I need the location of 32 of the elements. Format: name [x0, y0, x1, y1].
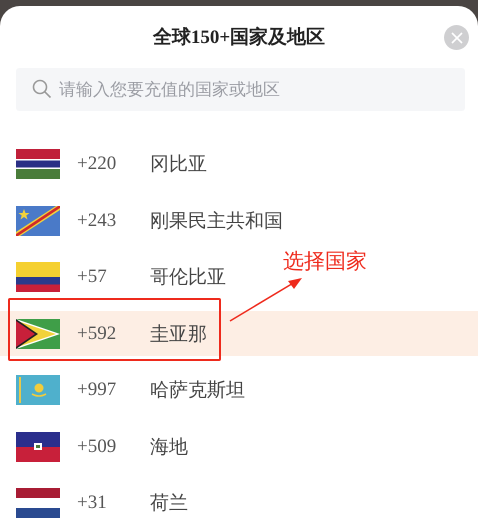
country-name: 海地	[150, 434, 188, 460]
country-code: +997	[77, 379, 118, 402]
country-code: +220	[77, 153, 118, 176]
dialog-title: 全球150+国家及地区	[152, 26, 326, 50]
country-item[interactable]: +592 圭亚那	[0, 311, 478, 356]
search-field[interactable]: 请输入您要充值的国家或地区	[16, 68, 465, 111]
country-code: +509	[77, 436, 118, 458]
country-item[interactable]: +220 冈比亚	[0, 136, 276, 192]
flag-icon	[16, 262, 60, 292]
flag-icon	[16, 488, 60, 518]
flag-icon	[16, 375, 60, 406]
country-item[interactable]: +57 哥伦比亚	[0, 249, 276, 306]
country-code: +57	[77, 266, 108, 288]
annotation-label: 选择国家	[283, 248, 367, 274]
close-icon	[450, 32, 462, 44]
flag-icon	[16, 206, 60, 236]
country-item[interactable]: +31 荷兰	[0, 475, 276, 532]
country-code: +592	[77, 322, 118, 345]
flag-icon	[16, 432, 60, 462]
flag-icon	[16, 318, 60, 349]
country-item[interactable]: +509 海地	[0, 418, 276, 475]
country-name: 哈萨克斯坦	[150, 378, 245, 404]
country-name: 荷兰	[150, 491, 188, 516]
country-item[interactable]: +997 哈萨克斯坦	[0, 362, 276, 418]
country-code: +243	[77, 210, 118, 232]
country-name: 哥伦比亚	[150, 265, 226, 290]
country-code: +31	[77, 492, 108, 514]
country-name: 圭亚那	[150, 322, 207, 347]
flag-icon	[16, 149, 60, 180]
country-name: 刚果民主共和国	[150, 208, 283, 234]
close-button[interactable]	[444, 25, 469, 50]
country-name: 冈比亚	[150, 152, 207, 178]
